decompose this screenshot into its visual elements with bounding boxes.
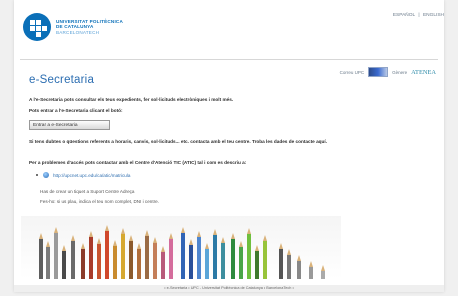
pencils-banner-image — [21, 216, 341, 279]
doubts-text: Si tens dubtes o qüestions referents a h… — [29, 139, 328, 144]
page: UNIVERSITAT POLITÈCNICA DE CATALUNYA BAR… — [0, 0, 458, 296]
upc-logo[interactable]: UNIVERSITAT POLITÈCNICA DE CATALUNYA BAR… — [23, 13, 123, 41]
enter-esecretaria-button[interactable]: Entrar a e-Secretaria — [29, 120, 110, 130]
atic-link-item: http://upcnet.upc.edu/ca/atic/matricula — [36, 172, 130, 178]
genero-badge-icon[interactable] — [368, 67, 389, 77]
problems-text: Per a problemes d'accés pots contactar a… — [29, 160, 247, 165]
bullet-icon — [36, 174, 38, 176]
language-selector: ESPAÑOL | ENGLISH — [391, 13, 444, 18]
lang-separator: | — [418, 13, 420, 18]
correu-link[interactable]: Correu UPC — [340, 70, 365, 75]
globe-icon — [43, 172, 49, 178]
page-title: e-Secretaria — [29, 74, 95, 86]
lang-es-link[interactable]: ESPAÑOL — [393, 13, 415, 18]
access-prompt: Pots entrar a l'e-Secretaria clicant el … — [29, 108, 123, 113]
logo-text: UNIVERSITAT POLITÈCNICA DE CATALUNYA BAR… — [56, 19, 123, 36]
note-details: Fes-ho: si us plau, indica el teu nom co… — [40, 199, 159, 204]
header-divider — [20, 59, 438, 60]
site-header: UNIVERSITAT POLITÈCNICA DE CATALUNYA BAR… — [14, 0, 444, 58]
lang-en-link[interactable]: ENGLISH — [423, 13, 444, 18]
service-links: Correu UPC Gènere ATENEA — [340, 67, 436, 77]
atenea-link[interactable]: ATENEA — [411, 69, 436, 76]
logo-line-3: BARCELONATECH — [56, 29, 100, 35]
genero-link[interactable]: Gènere — [392, 70, 407, 75]
content-frame: UNIVERSITAT POLITÈCNICA DE CATALUNYA BAR… — [14, 0, 444, 292]
note-ticket: Has de crear un tiquet a Suport Centre A… — [40, 189, 135, 194]
atic-link[interactable]: http://upcnet.upc.edu/ca/atic/matricula — [53, 173, 130, 178]
intro-text: A l'e-Secretaria pots consultar els teus… — [29, 97, 234, 102]
site-footer: • e-Secretaria • UPC - Universitat Polit… — [14, 285, 444, 292]
upc-logo-icon — [23, 13, 51, 41]
